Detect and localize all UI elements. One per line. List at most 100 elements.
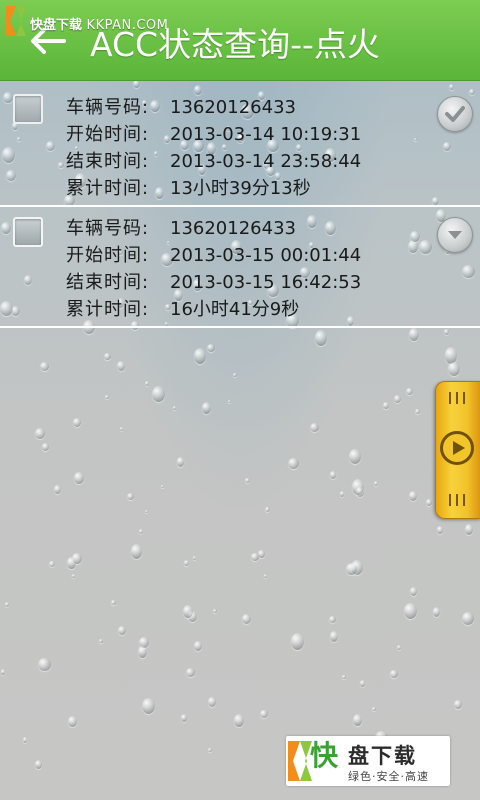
rain-drop (117, 361, 125, 371)
plate-label: 车辆号码: (66, 97, 150, 118)
rain-drop (394, 395, 401, 403)
rain-drop (38, 658, 51, 671)
watermark-logo (4, 4, 28, 38)
end-time-row: 结束时间: 2013-03-14 23:58:44 (66, 148, 361, 175)
duration-value: 13小时39分13秒 (170, 178, 311, 199)
rain-drop (202, 402, 211, 414)
expand-down-icon[interactable] (437, 217, 473, 253)
rain-drop (193, 556, 196, 560)
rain-drop (68, 716, 77, 727)
rain-drop (233, 373, 237, 377)
check-circle-icon[interactable] (437, 96, 473, 132)
rain-drop (433, 607, 440, 617)
rain-drop (340, 491, 344, 497)
rain-drop (264, 574, 267, 578)
rain-drop (444, 329, 449, 335)
rain-drop (104, 353, 111, 360)
rain-drop (291, 633, 304, 650)
brand-name: 盘下载 (348, 744, 417, 768)
rain-drop (177, 457, 184, 467)
duration-row: 累计时间: 13小时39分13秒 (66, 175, 361, 202)
rain-drop (342, 675, 346, 679)
rain-drop (346, 563, 357, 575)
rain-drop (374, 481, 378, 486)
screen: 快盘下载 KKPAN.COM ACC状态查询--点火 车辆号码: 13620126… (0, 0, 480, 800)
rain-drop (131, 544, 142, 559)
rain-drop (105, 395, 109, 399)
rain-drop (138, 646, 147, 658)
plate-value: 13620126433 (170, 218, 296, 239)
rain-drop (372, 707, 376, 711)
record-checkbox[interactable] (13, 94, 43, 124)
rain-drop (181, 714, 187, 722)
rain-drop (330, 471, 336, 479)
play-icon[interactable] (440, 431, 474, 465)
rain-drop (349, 449, 361, 464)
rain-drop (329, 616, 336, 623)
plate-label: 车辆号码: (66, 218, 150, 239)
plate-row: 车辆号码: 13620126433 (66, 94, 361, 121)
rain-drop (426, 499, 432, 506)
page-title: ACC状态查询--点火 (90, 25, 380, 64)
rain-drop (390, 670, 398, 678)
rain-drop (72, 574, 75, 578)
duration-value: 16小时41分9秒 (170, 299, 300, 320)
start-time-label: 开始时间: (66, 245, 150, 266)
rain-drop (258, 550, 265, 558)
rain-drop (437, 526, 443, 534)
duration-label: 累计时间: (66, 299, 150, 320)
record-item[interactable]: 车辆号码: 13620126433 开始时间: 2013-03-15 00:01:4… (0, 207, 480, 328)
grip-lines-icon (446, 494, 468, 506)
rain-drop (139, 637, 149, 648)
rain-drop (404, 603, 417, 619)
rain-drop (383, 402, 389, 409)
end-time-value: 2013-03-15 16:42:53 (170, 272, 362, 293)
rain-drop (234, 714, 244, 727)
rain-drop (173, 406, 176, 410)
rain-drop (207, 344, 215, 352)
rain-drop (139, 529, 143, 534)
rain-drop (184, 560, 189, 566)
record-checkbox[interactable] (13, 217, 43, 247)
start-time-row: 开始时间: 2013-03-14 10:19:31 (66, 121, 361, 148)
end-time-value: 2013-03-14 23:58:44 (170, 151, 362, 172)
rain-drop (72, 553, 82, 564)
rain-drop (310, 423, 319, 432)
start-time-row: 开始时间: 2013-03-15 00:01:44 (66, 242, 361, 269)
start-time-value: 2013-03-15 00:01:44 (170, 245, 362, 266)
rain-drop (161, 485, 164, 488)
record-item[interactable]: 车辆号码: 13620126433 开始时间: 2013-03-14 10:19:3… (0, 82, 480, 207)
duration-label: 累计时间: (66, 178, 150, 199)
rain-drop (465, 524, 473, 535)
rain-drop (245, 478, 250, 483)
rain-drop (111, 600, 116, 605)
rain-drop (54, 485, 61, 494)
title-bar: 快盘下载 KKPAN.COM ACC状态查询--点火 (0, 0, 480, 81)
rain-drop (142, 698, 155, 714)
rain-drop (183, 605, 193, 618)
rain-drop (42, 443, 49, 451)
rain-drop (99, 639, 103, 643)
rain-drop (228, 400, 231, 403)
rain-drop (67, 557, 76, 569)
rain-drop (208, 748, 212, 752)
rain-drop (397, 645, 401, 650)
side-drawer-handle[interactable] (435, 381, 480, 519)
rain-drop (352, 479, 364, 495)
rain-drop (315, 330, 327, 346)
rain-drop (251, 553, 259, 561)
rain-drop (353, 714, 362, 726)
rain-drop (23, 737, 27, 743)
rain-drop (409, 328, 419, 341)
rain-drop (415, 409, 420, 414)
rain-drop (288, 458, 299, 469)
rain-drop (120, 427, 123, 431)
brand-kuai: 快 (310, 739, 339, 772)
brand-slogan: 绿色·安全·高速 (348, 770, 429, 783)
rain-drop (186, 668, 195, 677)
rain-drop (406, 388, 413, 395)
rain-drop (40, 362, 49, 371)
rain-drop (188, 611, 197, 622)
rain-drop (330, 631, 338, 642)
rain-drop (35, 760, 42, 769)
